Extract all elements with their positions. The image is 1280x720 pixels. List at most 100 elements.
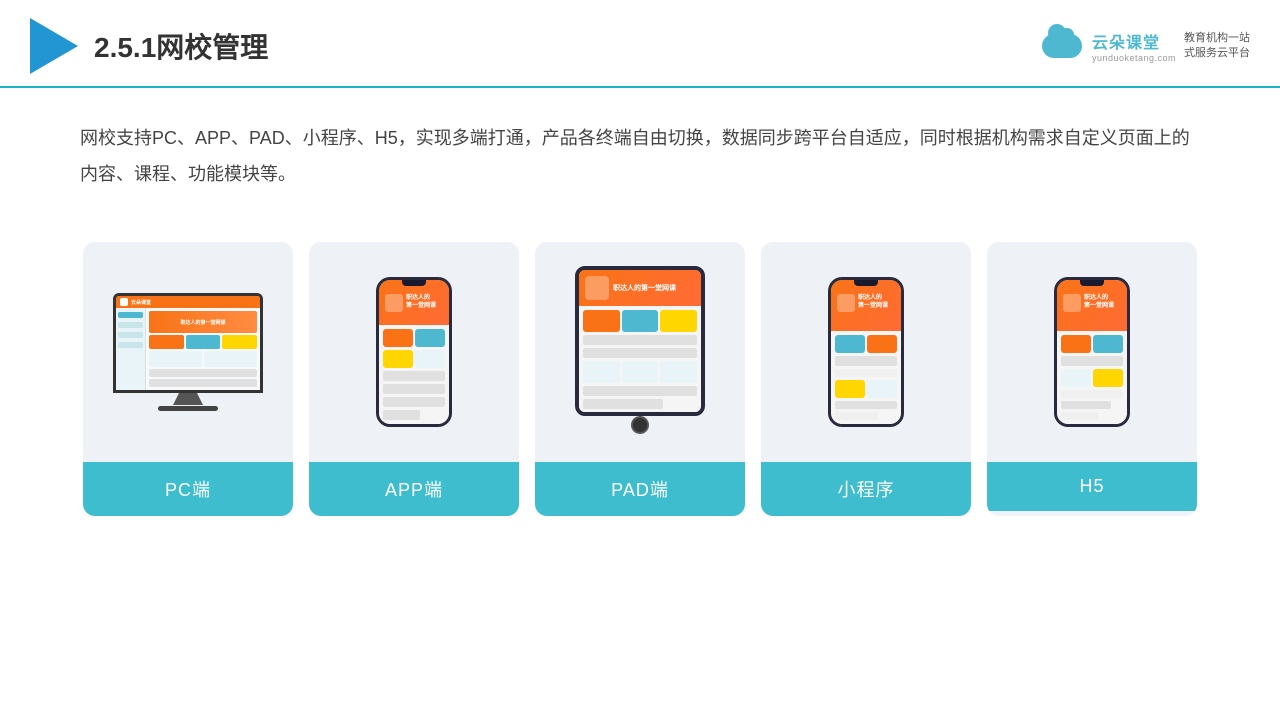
mini-card-1 — [835, 335, 865, 353]
app-mini-card-1 — [383, 329, 413, 347]
pad-list-1 — [583, 335, 697, 345]
h5-image-area: 职达人的 第一堂网课 — [987, 242, 1197, 462]
pad-tablet-frame: 职达人的第一堂网课 — [575, 266, 705, 416]
pc-cards-row — [149, 335, 257, 349]
pc-stand — [173, 393, 203, 405]
brand-text-block: 云朵课堂 yunduoketang.com — [1092, 29, 1176, 63]
mini-phone-screen: 职达人的 第一堂网课 — [831, 280, 901, 424]
app-label: APP端 — [309, 462, 519, 516]
app-phone-screen: 职达人的 第一堂网课 — [379, 280, 449, 424]
h5-card-1 — [1061, 335, 1091, 353]
app-list-3 — [383, 397, 445, 407]
app-image-area: 职达人的 第一堂网课 — [309, 242, 519, 462]
pc-label: PC端 — [83, 462, 293, 516]
pad-screen-top: 职达人的第一堂网课 — [579, 270, 701, 306]
pc-card-3 — [222, 335, 257, 349]
pad-grid-4 — [583, 361, 620, 383]
app-phone-notch — [402, 280, 426, 286]
header-right: 云朵课堂 yunduoketang.com 教育机构一站式服务云平台 — [1042, 29, 1250, 63]
pc-card: 云朵课堂 — [83, 242, 293, 516]
pad-content — [579, 306, 701, 412]
h5-phone-frame: 职达人的 第一堂网课 — [1054, 277, 1130, 427]
pc-card-1 — [149, 335, 184, 349]
mini-screen-top: 职达人的 第一堂网课 — [831, 280, 901, 331]
h5-screen-content — [1057, 331, 1127, 424]
mini-top-text: 职达人的 — [858, 295, 888, 303]
logo-triangle-icon — [30, 18, 78, 74]
mini-phone-frame: 职达人的 第一堂网课 — [828, 277, 904, 427]
h5-top-text: 职达人的 — [1084, 295, 1114, 303]
app-card: 职达人的 第一堂网课 — [309, 242, 519, 516]
h5-label: H5 — [987, 462, 1197, 511]
pad-label: PAD端 — [535, 462, 745, 516]
pad-grid-6 — [660, 361, 697, 383]
h5-content-row-2 — [1061, 369, 1123, 387]
cards-section: 云朵课堂 — [0, 212, 1280, 546]
mini-top-text2: 第一堂网课 — [858, 303, 888, 311]
h5-list-1 — [1061, 356, 1123, 366]
pad-grid-2 — [622, 310, 659, 332]
app-mini-card-2 — [415, 329, 445, 347]
app-list-4 — [383, 410, 420, 420]
pc-sidebar — [116, 308, 146, 390]
app-list-1 — [383, 371, 445, 381]
pad-grid-3 — [660, 310, 697, 332]
pad-tablet-device: 职达人的第一堂网课 — [575, 266, 705, 438]
app-top-text2: 第一堂网课 — [406, 303, 436, 311]
brand-name: 云朵课堂 — [1092, 29, 1160, 53]
pad-list-2 — [583, 348, 697, 358]
miniprogram-card: 职达人的 第一堂网课 — [761, 242, 971, 516]
app-list-2 — [383, 384, 445, 394]
mini-screen-content — [831, 331, 901, 424]
pc-banner: 职达人的第一堂网课 — [149, 311, 257, 333]
app-content-row-2 — [383, 350, 445, 368]
brand-url: yunduoketang.com — [1092, 53, 1176, 63]
pad-grid — [583, 310, 697, 332]
app-mini-card-4 — [415, 350, 445, 368]
h5-card-2 — [1093, 335, 1123, 353]
pc-banner-text: 职达人的第一堂网课 — [180, 319, 225, 326]
pc-base — [158, 406, 218, 411]
mini-list-2 — [835, 369, 897, 377]
h5-list-2 — [1061, 390, 1123, 398]
h5-list-4 — [1061, 412, 1098, 420]
pc-screen-body: 职达人的第一堂网课 — [116, 308, 260, 390]
description-text: 网校支持PC、APP、PAD、小程序、H5，实现多端打通，产品各终端自由切换，数… — [80, 120, 1200, 192]
pad-list-4 — [583, 399, 663, 409]
pc-logo-dot — [120, 298, 128, 306]
pc-screen: 云朵课堂 — [116, 296, 260, 390]
h5-list-3 — [1061, 401, 1111, 409]
app-screen-top: 职达人的 第一堂网课 — [379, 280, 449, 325]
app-phone-frame: 职达人的 第一堂网课 — [376, 277, 452, 427]
app-top-text: 职达人的 — [406, 295, 436, 303]
pad-grid-2nd — [583, 361, 697, 383]
pad-card: 职达人的第一堂网课 — [535, 242, 745, 516]
pc-content: 职达人的第一堂网课 — [146, 308, 260, 390]
h5-screen-top: 职达人的 第一堂网课 — [1057, 280, 1127, 331]
brand-slogan: 教育机构一站式服务云平台 — [1184, 31, 1250, 62]
h5-phone-device: 职达人的 第一堂网课 — [1054, 277, 1130, 427]
app-content-row-1 — [383, 329, 445, 347]
pc-monitor: 云朵课堂 — [113, 293, 263, 393]
mini-list-1 — [835, 356, 897, 366]
pc-image-area: 云朵课堂 — [83, 242, 293, 462]
mini-card-4 — [867, 380, 897, 398]
mini-content-row-2 — [835, 380, 897, 398]
miniprogram-label: 小程序 — [761, 462, 971, 516]
mini-phone-notch — [854, 280, 878, 286]
h5-card-3 — [1061, 369, 1091, 387]
app-screen-content — [379, 325, 449, 424]
pad-grid-1 — [583, 310, 620, 332]
h5-phone-notch — [1080, 280, 1104, 286]
pad-list-3 — [583, 386, 697, 396]
description-section: 网校支持PC、APP、PAD、小程序、H5，实现多端打通，产品各终端自由切换，数… — [0, 88, 1280, 212]
h5-card: 职达人的 第一堂网课 — [987, 242, 1197, 516]
pad-home-button — [631, 416, 649, 434]
miniprogram-image-area: 职达人的 第一堂网课 — [761, 242, 971, 462]
pad-top-icon — [585, 276, 609, 300]
app-phone-device: 职达人的 第一堂网课 — [376, 277, 452, 427]
mini-content-row-1 — [835, 335, 897, 353]
app-mini-card-3 — [383, 350, 413, 368]
h5-content-row-1 — [1061, 335, 1123, 353]
mini-list-4 — [835, 412, 878, 420]
